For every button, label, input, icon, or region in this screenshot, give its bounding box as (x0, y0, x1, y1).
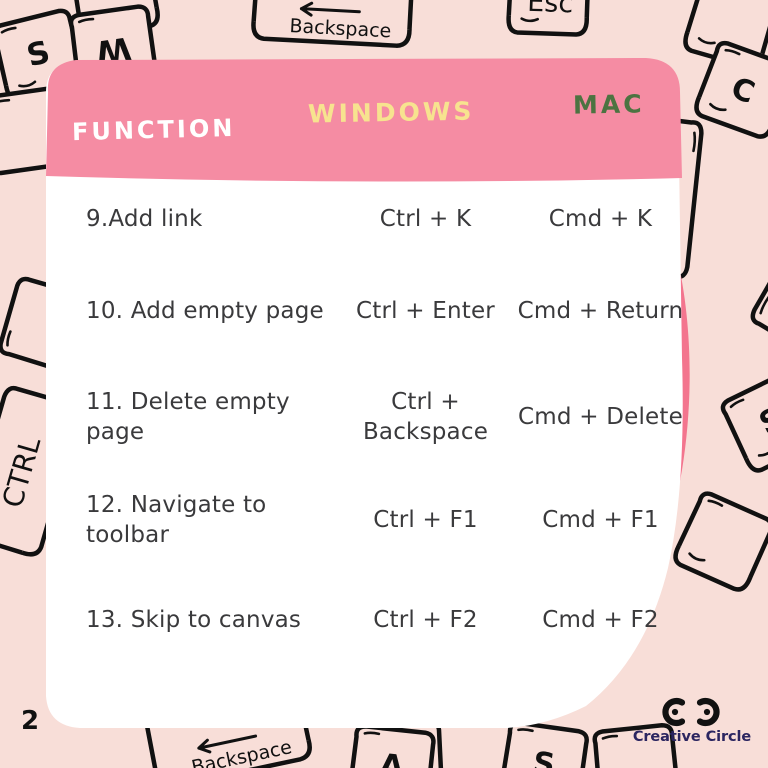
doodle-key-esc-top: Esc (508, 0, 589, 35)
row-mac-shortcut: Cmd + F1 (542, 506, 659, 533)
double-circle-infinity-icon (662, 697, 720, 727)
doodle-key-backspace-top: Backspace (253, 0, 413, 46)
doodle-key-a-bottom: A (349, 725, 435, 768)
row-windows-shortcut: Ctrl + F2 (373, 606, 478, 633)
column-header-function: FUNCTION (71, 113, 236, 147)
table-header-row: FUNCTION WINDOWS MAC (46, 58, 706, 176)
table-row: 13. Skip to canvas Ctrl + F2 Cmd + F2 (46, 570, 694, 670)
row-function-label: 10. Add empty page (86, 297, 324, 324)
table-row: 12. Navigate to toolbar Ctrl + F1 Cmd + … (46, 470, 694, 570)
page-number: 2 (21, 706, 40, 736)
row-windows-shortcut: Ctrl + K (379, 205, 472, 232)
brand-name: Creative Circle (632, 729, 752, 745)
brand-logo: Creative Circle (628, 696, 756, 758)
svg-text:Esc: Esc (527, 0, 574, 19)
row-mac-shortcut: Cmd + Delete (518, 403, 683, 430)
row-function-label: 13. Skip to canvas (86, 606, 302, 633)
table-row: 9.Add link Ctrl + K Cmd + K (46, 180, 694, 258)
svg-text:S: S (531, 745, 557, 768)
row-function-label: 12. Navigate to toolbar (86, 491, 267, 548)
row-mac-shortcut: Cmd + F2 (542, 606, 659, 633)
row-windows-shortcut: Ctrl + Backspace (362, 388, 489, 445)
table-row: 11. Delete empty page Ctrl + Backspace C… (46, 364, 694, 470)
column-header-mac: MAC (572, 89, 645, 120)
shortcuts-table: 9.Add link Ctrl + K Cmd + K 10. Add empt… (46, 180, 694, 670)
row-function-label: 9.Add link (86, 205, 203, 232)
doodle-key-right-upper (749, 184, 768, 358)
row-windows-shortcut: Ctrl + Enter (356, 297, 495, 324)
table-row: 10. Add empty page Ctrl + Enter Cmd + Re… (46, 258, 694, 364)
svg-text:A: A (378, 747, 406, 768)
row-function-label: 11. Delete empty page (86, 388, 290, 445)
row-mac-shortcut: Cmd + Return (517, 297, 684, 324)
row-windows-shortcut: Ctrl + F1 (373, 506, 478, 533)
column-header-windows: WINDOWS (307, 96, 475, 129)
row-mac-shortcut: Cmd + K (548, 205, 653, 232)
doodle-key-s-right: S (720, 370, 768, 473)
